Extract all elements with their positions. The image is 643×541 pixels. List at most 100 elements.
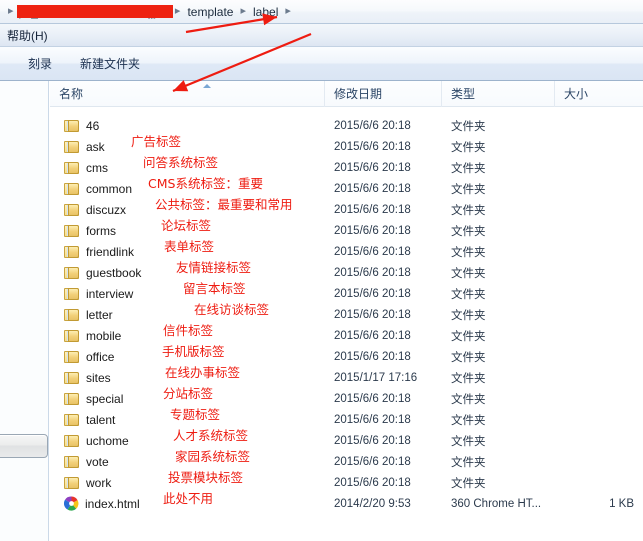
table-row[interactable]: discuzx 2015/6/6 20:18 文件夹: [50, 199, 643, 220]
column-header-name[interactable]: 名称: [50, 81, 325, 107]
folder-icon: [64, 245, 80, 259]
toolbar: 刻录 新建文件夹: [0, 47, 643, 81]
file-name-cell[interactable]: index.html: [50, 496, 325, 511]
table-row[interactable]: work 2015/6/6 20:18 文件夹: [50, 472, 643, 493]
folder-icon: [64, 350, 80, 364]
file-name-cell[interactable]: forms: [50, 224, 325, 238]
column-header-size[interactable]: 大小: [555, 81, 643, 107]
column-header-name-label: 名称: [59, 86, 84, 101]
file-name-label: guestbook: [86, 265, 142, 280]
file-name-cell[interactable]: uchome: [50, 434, 325, 448]
table-row[interactable]: interview 2015/6/6 20:18 文件夹: [50, 283, 643, 304]
file-type-cell: 文件夹: [451, 372, 486, 385]
burn-button[interactable]: 刻录: [17, 50, 63, 77]
file-type-cell: 文件夹: [451, 141, 486, 154]
file-name-cell[interactable]: sites: [50, 371, 325, 385]
breadcrumb-item-label[interactable]: label: [251, 4, 280, 20]
navigation-pane[interactable]: [0, 81, 49, 541]
new-folder-button[interactable]: 新建文件夹: [69, 50, 151, 77]
table-row[interactable]: guestbook 2015/6/6 20:18 文件夹: [50, 262, 643, 283]
file-name-cell[interactable]: ask: [50, 140, 325, 154]
file-name-cell[interactable]: vote: [50, 455, 325, 469]
table-row[interactable]: ask 2015/6/6 20:18 文件夹: [50, 136, 643, 157]
folder-icon: [64, 140, 80, 154]
menu-item-help[interactable]: 帮助(H): [0, 25, 55, 46]
file-name-label: sites: [86, 370, 111, 385]
date-modified-cell: 2015/6/6 20:18: [334, 287, 411, 300]
table-row[interactable]: letter 2015/6/6 20:18 文件夹: [50, 304, 643, 325]
date-modified-cell: 2015/6/6 20:18: [334, 245, 411, 258]
file-name-cell[interactable]: 46: [50, 119, 325, 133]
folder-icon: [64, 413, 80, 427]
menu-bar: 帮助(H): [0, 24, 643, 47]
file-name-label: office: [86, 349, 115, 364]
table-row[interactable]: forms 2015/6/6 20:18 文件夹: [50, 220, 643, 241]
file-name-cell[interactable]: friendlink: [50, 245, 325, 259]
file-name-cell[interactable]: cms: [50, 161, 325, 175]
file-type-cell: 文件夹: [451, 435, 486, 448]
file-name-label: special: [86, 391, 124, 406]
file-type-cell: 文件夹: [451, 162, 486, 175]
date-modified-cell: 2015/6/6 20:18: [334, 308, 411, 321]
file-name-cell[interactable]: work: [50, 476, 325, 490]
file-name-cell[interactable]: talent: [50, 413, 325, 427]
file-type-cell: 文件夹: [451, 225, 486, 238]
file-type-cell: 文件夹: [451, 351, 486, 364]
file-type-cell: 文件夹: [451, 477, 486, 490]
breadcrumb-separator-icon[interactable]: ▸: [235, 6, 251, 17]
file-name-label: common: [86, 181, 133, 196]
table-row[interactable]: talent 2015/6/6 20:18 文件夹: [50, 409, 643, 430]
file-name-label: work: [86, 475, 112, 490]
file-name-label: uchome: [86, 433, 129, 448]
file-type-cell: 文件夹: [451, 204, 486, 217]
folder-icon: [64, 224, 80, 238]
file-name-cell[interactable]: special: [50, 392, 325, 406]
file-name-cell[interactable]: discuzx: [50, 203, 325, 217]
file-name-label: cms: [86, 160, 108, 175]
table-row[interactable]: common 2015/6/6 20:18 文件夹: [50, 178, 643, 199]
table-row[interactable]: cms 2015/6/6 20:18 文件夹: [50, 157, 643, 178]
date-modified-cell: 2015/6/6 20:18: [334, 161, 411, 174]
file-type-cell: 文件夹: [451, 414, 486, 427]
date-modified-cell: 2015/6/6 20:18: [334, 119, 411, 132]
breadcrumb-redacted-path[interactable]: pc_bak / www / sansm / jjjan: [16, 4, 173, 19]
file-name-label: index.html: [85, 496, 140, 511]
file-name-cell[interactable]: office: [50, 350, 325, 364]
file-name-cell[interactable]: common: [50, 182, 325, 196]
breadcrumb-item-template[interactable]: template: [185, 4, 235, 20]
navigation-pane-button[interactable]: [0, 434, 48, 458]
table-row[interactable]: uchome 2015/6/6 20:18 文件夹: [50, 430, 643, 451]
table-row[interactable]: office 2015/6/6 20:18 文件夹: [50, 346, 643, 367]
date-modified-cell: 2015/6/6 20:18: [334, 455, 411, 468]
table-row[interactable]: 46 2015/6/6 20:18 文件夹: [50, 115, 643, 136]
table-row[interactable]: sites 2015/1/17 17:16 文件夹: [50, 367, 643, 388]
table-row[interactable]: vote 2015/6/6 20:18 文件夹: [50, 451, 643, 472]
browser-icon: [63, 496, 79, 511]
table-row[interactable]: index.html 2014/2/20 9:53 360 Chrome HT...…: [50, 493, 643, 514]
date-modified-cell: 2015/6/6 20:18: [334, 392, 411, 405]
file-name-label: 46: [86, 118, 100, 133]
breadcrumb-separator-icon[interactable]: ▸: [170, 6, 186, 17]
file-name-label: forms: [86, 223, 116, 238]
file-rows: 46 2015/6/6 20:18 文件夹 广告标签 ask 2015/6/6 20:1…: [50, 107, 643, 514]
file-name-label: discuzx: [86, 202, 127, 217]
file-name-cell[interactable]: interview: [50, 287, 325, 301]
table-row[interactable]: mobile 2015/6/6 20:18 文件夹: [50, 325, 643, 346]
table-row[interactable]: special 2015/6/6 20:18 文件夹: [50, 388, 643, 409]
file-name-cell[interactable]: letter: [50, 308, 325, 322]
file-name-cell[interactable]: mobile: [50, 329, 325, 343]
date-modified-cell: 2015/1/17 17:16: [334, 371, 418, 384]
column-header-type[interactable]: 类型: [442, 81, 555, 107]
file-name-label: interview: [86, 286, 134, 301]
file-name-label: vote: [86, 454, 109, 469]
breadcrumb-separator-icon[interactable]: ▸: [280, 6, 296, 17]
file-type-cell: 文件夹: [451, 267, 486, 280]
address-bar[interactable]: ▸ pc_bak / www / sansm / jjjan ▸ templat…: [0, 0, 643, 24]
column-header-date-modified[interactable]: 修改日期: [325, 81, 442, 107]
date-modified-cell: 2015/6/6 20:18: [334, 350, 411, 363]
file-name-cell[interactable]: guestbook: [50, 266, 325, 280]
file-type-cell: 文件夹: [451, 456, 486, 469]
table-row[interactable]: friendlink 2015/6/6 20:18 文件夹: [50, 241, 643, 262]
file-list-pane[interactable]: 名称 修改日期 类型 大小 46 2015/6/6 20:18 文件夹 广告标签 as…: [50, 81, 643, 541]
date-modified-cell: 2015/6/6 20:18: [334, 203, 411, 216]
